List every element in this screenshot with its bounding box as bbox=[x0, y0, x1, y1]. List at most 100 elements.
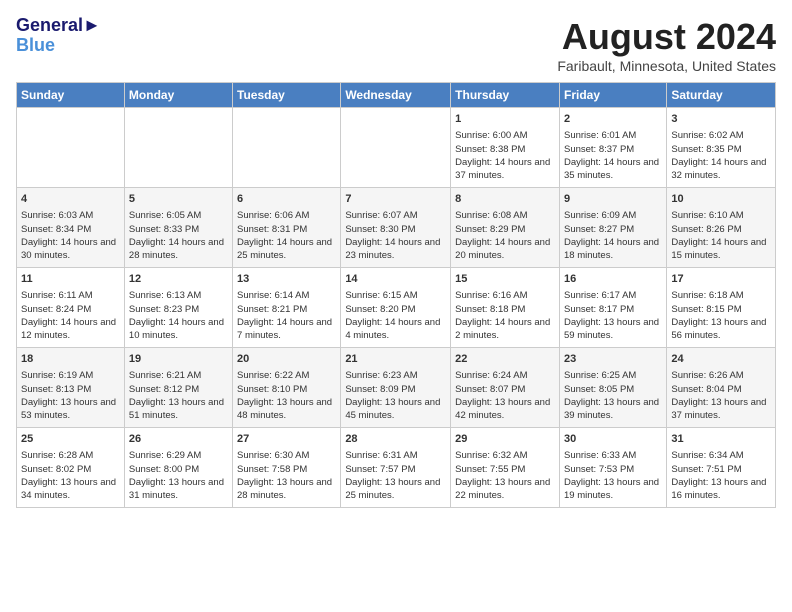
day-info: Sunrise: 6:32 AM Sunset: 7:55 PM Dayligh… bbox=[455, 449, 555, 502]
day-number: 11 bbox=[21, 272, 120, 287]
day-info: Sunrise: 6:25 AM Sunset: 8:05 PM Dayligh… bbox=[564, 369, 662, 422]
day-cell: 27 Sunrise: 6:30 AM Sunset: 7:58 PM Dayli… bbox=[233, 428, 341, 508]
day-number: 7 bbox=[345, 192, 446, 207]
day-cell: 30 Sunrise: 6:33 AM Sunset: 7:53 PM Dayli… bbox=[559, 428, 666, 508]
day-header-thursday: Thursday bbox=[451, 83, 560, 108]
day-cell: 11 Sunrise: 6:11 AM Sunset: 8:24 PM Dayli… bbox=[17, 268, 125, 348]
day-cell: 14Sunrise: 6:15 AM Sunset: 8:20 PM Dayli… bbox=[341, 268, 451, 348]
day-info: Sunrise: 6:00 AM Sunset: 8:38 PM Dayligh… bbox=[455, 129, 555, 182]
day-cell bbox=[124, 108, 232, 188]
day-number: 21 bbox=[345, 352, 446, 367]
day-info: Sunrise: 6:10 AM Sunset: 8:26 PM Dayligh… bbox=[671, 209, 771, 262]
day-cell: 7 Sunrise: 6:07 AM Sunset: 8:30 PM Daylig… bbox=[341, 188, 451, 268]
header-row: SundayMondayTuesdayWednesdayThursdayFrid… bbox=[17, 83, 776, 108]
logo: General► Blue bbox=[16, 16, 101, 56]
day-number: 24 bbox=[671, 352, 771, 367]
day-info: Sunrise: 6:11 AM Sunset: 8:24 PM Dayligh… bbox=[21, 289, 120, 342]
day-header-saturday: Saturday bbox=[667, 83, 776, 108]
day-number: 23 bbox=[564, 352, 662, 367]
day-cell: 9Sunrise: 6:09 AM Sunset: 8:27 PM Daylig… bbox=[559, 188, 666, 268]
day-number: 8 bbox=[455, 192, 555, 207]
day-cell: 23 Sunrise: 6:25 AM Sunset: 8:05 PM Dayli… bbox=[559, 348, 666, 428]
day-cell: 10 Sunrise: 6:10 AM Sunset: 8:26 PM Dayli… bbox=[667, 188, 776, 268]
day-info: Sunrise: 6:01 AM Sunset: 8:37 PM Dayligh… bbox=[564, 129, 662, 182]
day-cell: 6 Sunrise: 6:06 AM Sunset: 8:31 PM Daylig… bbox=[233, 188, 341, 268]
day-info: Sunrise: 6:02 AM Sunset: 8:35 PM Dayligh… bbox=[671, 129, 771, 182]
location: Faribault, Minnesota, United States bbox=[557, 58, 776, 74]
day-info: Sunrise: 6:22 AM Sunset: 8:10 PM Dayligh… bbox=[237, 369, 336, 422]
logo-blue: Blue bbox=[16, 36, 55, 56]
day-cell: 26 Sunrise: 6:29 AM Sunset: 8:00 PM Dayli… bbox=[124, 428, 232, 508]
day-number: 5 bbox=[129, 192, 228, 207]
day-cell: 1 Sunrise: 6:00 AM Sunset: 8:38 PM Daylig… bbox=[451, 108, 560, 188]
day-number: 15 bbox=[455, 272, 555, 287]
day-cell: 3 Sunrise: 6:02 AM Sunset: 8:35 PM Daylig… bbox=[667, 108, 776, 188]
day-info: Sunrise: 6:28 AM Sunset: 8:02 PM Dayligh… bbox=[21, 449, 120, 502]
day-number: 1 bbox=[455, 112, 555, 127]
week-row-2: 4 Sunrise: 6:03 AM Sunset: 8:34 PM Daylig… bbox=[17, 188, 776, 268]
day-number: 17 bbox=[671, 272, 771, 287]
day-header-tuesday: Tuesday bbox=[233, 83, 341, 108]
day-number: 29 bbox=[455, 432, 555, 447]
day-info: Sunrise: 6:26 AM Sunset: 8:04 PM Dayligh… bbox=[671, 369, 771, 422]
day-info: Sunrise: 6:05 AM Sunset: 8:33 PM Dayligh… bbox=[129, 209, 228, 262]
day-info: Sunrise: 6:29 AM Sunset: 8:00 PM Dayligh… bbox=[129, 449, 228, 502]
day-cell: 18Sunrise: 6:19 AM Sunset: 8:13 PM Dayli… bbox=[17, 348, 125, 428]
day-info: Sunrise: 6:16 AM Sunset: 8:18 PM Dayligh… bbox=[455, 289, 555, 342]
day-info: Sunrise: 6:30 AM Sunset: 7:58 PM Dayligh… bbox=[237, 449, 336, 502]
week-row-4: 18Sunrise: 6:19 AM Sunset: 8:13 PM Dayli… bbox=[17, 348, 776, 428]
day-cell: 24 Sunrise: 6:26 AM Sunset: 8:04 PM Dayli… bbox=[667, 348, 776, 428]
calendar-table: SundayMondayTuesdayWednesdayThursdayFrid… bbox=[16, 82, 776, 508]
day-cell: 13 Sunrise: 6:14 AM Sunset: 8:21 PM Dayli… bbox=[233, 268, 341, 348]
day-number: 26 bbox=[129, 432, 228, 447]
page-header: General► Blue August 2024 Faribault, Min… bbox=[16, 16, 776, 74]
day-header-monday: Monday bbox=[124, 83, 232, 108]
week-row-3: 11 Sunrise: 6:11 AM Sunset: 8:24 PM Dayli… bbox=[17, 268, 776, 348]
title-block: August 2024 Faribault, Minnesota, United… bbox=[557, 16, 776, 74]
day-cell: 2Sunrise: 6:01 AM Sunset: 8:37 PM Daylig… bbox=[559, 108, 666, 188]
day-info: Sunrise: 6:21 AM Sunset: 8:12 PM Dayligh… bbox=[129, 369, 228, 422]
day-cell: 15 Sunrise: 6:16 AM Sunset: 8:18 PM Dayli… bbox=[451, 268, 560, 348]
day-info: Sunrise: 6:24 AM Sunset: 8:07 PM Dayligh… bbox=[455, 369, 555, 422]
day-header-wednesday: Wednesday bbox=[341, 83, 451, 108]
day-cell: 28 Sunrise: 6:31 AM Sunset: 7:57 PM Dayli… bbox=[341, 428, 451, 508]
day-number: 28 bbox=[345, 432, 446, 447]
day-info: Sunrise: 6:33 AM Sunset: 7:53 PM Dayligh… bbox=[564, 449, 662, 502]
day-cell: 17 Sunrise: 6:18 AM Sunset: 8:15 PM Dayli… bbox=[667, 268, 776, 348]
day-number: 25 bbox=[21, 432, 120, 447]
day-number: 30 bbox=[564, 432, 662, 447]
day-info: Sunrise: 6:03 AM Sunset: 8:34 PM Dayligh… bbox=[21, 209, 120, 262]
day-info: Sunrise: 6:14 AM Sunset: 8:21 PM Dayligh… bbox=[237, 289, 336, 342]
day-number: 3 bbox=[671, 112, 771, 127]
day-cell: 12Sunrise: 6:13 AM Sunset: 8:23 PM Dayli… bbox=[124, 268, 232, 348]
day-number: 10 bbox=[671, 192, 771, 207]
day-cell: 19 Sunrise: 6:21 AM Sunset: 8:12 PM Dayli… bbox=[124, 348, 232, 428]
day-number: 20 bbox=[237, 352, 336, 367]
day-number: 13 bbox=[237, 272, 336, 287]
day-cell: 31 Sunrise: 6:34 AM Sunset: 7:51 PM Dayli… bbox=[667, 428, 776, 508]
day-info: Sunrise: 6:34 AM Sunset: 7:51 PM Dayligh… bbox=[671, 449, 771, 502]
day-number: 31 bbox=[671, 432, 771, 447]
day-cell: 29 Sunrise: 6:32 AM Sunset: 7:55 PM Dayli… bbox=[451, 428, 560, 508]
day-info: Sunrise: 6:09 AM Sunset: 8:27 PM Dayligh… bbox=[564, 209, 662, 262]
day-info: Sunrise: 6:18 AM Sunset: 8:15 PM Dayligh… bbox=[671, 289, 771, 342]
day-cell: 8Sunrise: 6:08 AM Sunset: 8:29 PM Daylig… bbox=[451, 188, 560, 268]
day-number: 4 bbox=[21, 192, 120, 207]
day-info: Sunrise: 6:15 AM Sunset: 8:20 PM Dayligh… bbox=[345, 289, 446, 342]
day-info: Sunrise: 6:13 AM Sunset: 8:23 PM Dayligh… bbox=[129, 289, 228, 342]
day-cell: 20 Sunrise: 6:22 AM Sunset: 8:10 PM Dayli… bbox=[233, 348, 341, 428]
day-number: 6 bbox=[237, 192, 336, 207]
day-info: Sunrise: 6:07 AM Sunset: 8:30 PM Dayligh… bbox=[345, 209, 446, 262]
day-cell: 25 Sunrise: 6:28 AM Sunset: 8:02 PM Dayli… bbox=[17, 428, 125, 508]
day-cell: 16Sunrise: 6:17 AM Sunset: 8:17 PM Dayli… bbox=[559, 268, 666, 348]
day-info: Sunrise: 6:06 AM Sunset: 8:31 PM Dayligh… bbox=[237, 209, 336, 262]
day-cell: 5 Sunrise: 6:05 AM Sunset: 8:33 PM Daylig… bbox=[124, 188, 232, 268]
day-number: 27 bbox=[237, 432, 336, 447]
day-cell bbox=[17, 108, 125, 188]
month-year: August 2024 bbox=[557, 16, 776, 58]
day-number: 18 bbox=[21, 352, 120, 367]
day-cell: 21Sunrise: 6:23 AM Sunset: 8:09 PM Dayli… bbox=[341, 348, 451, 428]
day-info: Sunrise: 6:31 AM Sunset: 7:57 PM Dayligh… bbox=[345, 449, 446, 502]
day-number: 19 bbox=[129, 352, 228, 367]
day-cell: 4 Sunrise: 6:03 AM Sunset: 8:34 PM Daylig… bbox=[17, 188, 125, 268]
